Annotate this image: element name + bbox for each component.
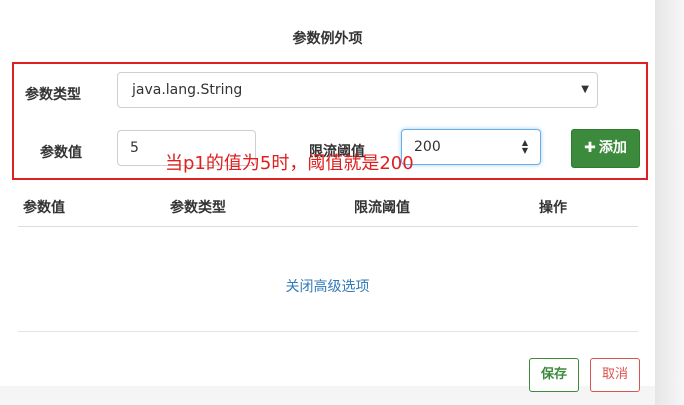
- close-advanced-options-link[interactable]: 关闭高级选项: [0, 276, 655, 296]
- footer-divider: [18, 331, 638, 332]
- chevron-down-icon: ▼: [581, 84, 589, 95]
- table-header-threshold: 限流阈值: [354, 200, 410, 216]
- add-button[interactable]: ✚ 添加: [571, 129, 640, 168]
- param-type-select[interactable]: java.lang.String ▼: [117, 72, 598, 108]
- param-exception-panel: 参数例外项 参数类型 java.lang.String ▼ 参数值 5 限流阈值…: [0, 0, 655, 392]
- param-type-label: 参数类型: [25, 87, 81, 103]
- table-header-divider: [18, 226, 638, 227]
- threshold-input[interactable]: 200 ▲ ▼: [401, 129, 541, 165]
- scroll-edge: [655, 0, 684, 405]
- threshold-value-text: 200: [414, 139, 441, 155]
- cancel-button[interactable]: 取消: [590, 358, 640, 392]
- section-title: 参数例外项: [292, 31, 363, 47]
- spinner-icon[interactable]: ▲ ▼: [520, 139, 530, 155]
- plus-icon: ✚: [584, 140, 596, 156]
- add-button-label: 添加: [598, 140, 627, 156]
- annotation-text: 当p1的值为5时，阈值就是200: [165, 153, 414, 174]
- param-value-text: 5: [130, 140, 139, 156]
- param-value-label: 参数值: [40, 145, 82, 161]
- table-header-actions: 操作: [539, 200, 567, 216]
- table-header-param-value: 参数值: [23, 200, 65, 216]
- param-type-value: java.lang.String: [132, 82, 243, 98]
- save-button[interactable]: 保存: [529, 358, 579, 392]
- table-header-param-type: 参数类型: [170, 200, 226, 216]
- close-advanced-options-label: 关闭高级选项: [285, 279, 370, 295]
